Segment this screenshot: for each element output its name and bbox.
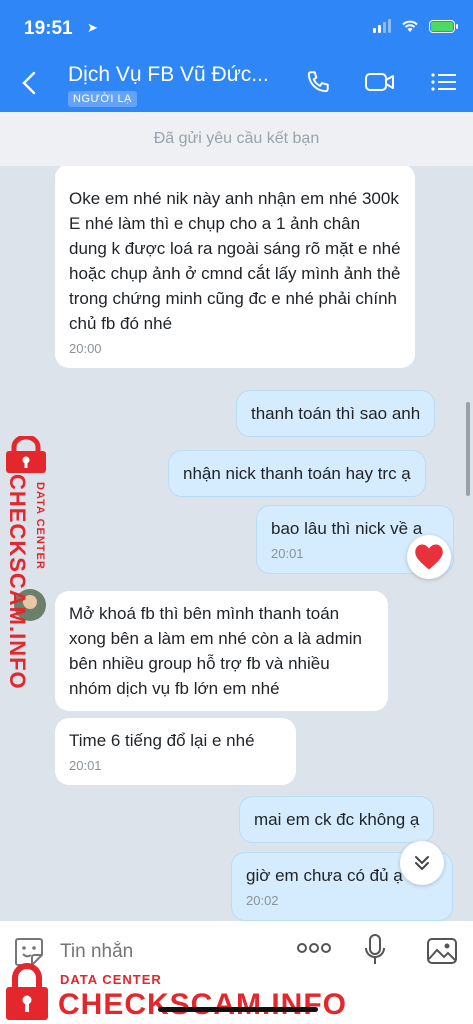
call-button[interactable] xyxy=(302,66,334,98)
watermark-small-text: DATA CENTER xyxy=(34,482,46,570)
message-bubble-incoming[interactable]: Mở khoá fb thì bên mình thanh toán xong … xyxy=(55,591,388,711)
watermark-big-text: CHECKSCAM.INFO xyxy=(58,988,347,1021)
location-arrow-icon: ➤ xyxy=(87,20,98,35)
status-time: 19:51 xyxy=(24,18,73,39)
scroll-down-button[interactable] xyxy=(400,841,444,885)
chat-header: 19:51 ➤ Dịch Vụ FB Vũ Đức... NGƯỜI LẠ xyxy=(0,0,473,112)
message-text: bao lâu thì nick về a xyxy=(271,519,423,538)
contact-name[interactable]: Dịch Vụ FB Vũ Đức... xyxy=(68,63,269,87)
message-bubble-incoming[interactable]: Oke em nhé nik này anh nhận em nhé 300k … xyxy=(55,176,415,368)
watermark-side: CHECKSCAM.INFO DATA CENTER xyxy=(2,434,62,690)
heart-icon xyxy=(415,544,443,570)
message-text: Time 6 tiếng đổ lại e nhé xyxy=(69,731,255,750)
message-time: 20:02 xyxy=(246,893,279,908)
more-button[interactable] xyxy=(296,941,332,960)
friend-request-status: Đã gửi yêu cầu kết bạn xyxy=(0,112,473,166)
message-bubble-outgoing[interactable]: thanh toán thì sao anh xyxy=(236,390,436,437)
battery-icon xyxy=(429,19,458,33)
watermark-big-text: CHECKSCAM.INFO xyxy=(5,474,30,690)
back-button[interactable] xyxy=(14,66,44,100)
heart-reaction[interactable] xyxy=(407,535,451,579)
message-text: mai em ck đc không ạ xyxy=(254,810,420,829)
phone-icon xyxy=(307,71,329,93)
menu-button[interactable] xyxy=(428,66,460,98)
menu-list-icon xyxy=(431,73,456,91)
watermark-small-text: DATA CENTER xyxy=(60,972,162,987)
wifi-icon xyxy=(402,20,418,32)
video-call-icon xyxy=(365,73,394,91)
stranger-badge: NGƯỜI LẠ xyxy=(68,91,137,107)
lock-icon xyxy=(6,963,48,1020)
video-call-button[interactable] xyxy=(364,66,396,98)
message-time: 20:01 xyxy=(69,758,102,773)
message-bubble-outgoing[interactable]: mai em ck đc không ạ xyxy=(239,796,435,843)
message-text: Mở khoá fb thì bên mình thanh toán xong … xyxy=(69,604,362,698)
message-bubble-outgoing[interactable]: nhận nick thanh toán hay trc ạ xyxy=(168,450,426,497)
home-indicator xyxy=(158,1007,318,1012)
scrollbar[interactable] xyxy=(466,402,470,496)
more-icon xyxy=(297,943,331,953)
message-text: Oke em nhé nik này anh nhận em nhé 300k … xyxy=(69,189,401,333)
watermark-bottom: DATA CENTER CHECKSCAM.INFO xyxy=(0,960,473,1024)
message-time: 20:00 xyxy=(69,341,102,356)
status-icons xyxy=(373,19,458,33)
message-bubble-incoming[interactable]: Time 6 tiếng đổ lại e nhé 20:01 xyxy=(55,718,296,785)
lock-icon xyxy=(6,436,46,473)
chevron-double-down-icon xyxy=(415,856,429,871)
signal-icon xyxy=(373,19,391,33)
back-arrow-icon xyxy=(22,71,36,95)
message-text: giờ em chưa có đủ ạ xyxy=(246,866,403,885)
chat-area[interactable]: Oke em nhé nik này anh nhận em nhé 300k … xyxy=(0,166,473,921)
message-text: nhận nick thanh toán hay trc ạ xyxy=(183,464,411,483)
message-text: thanh toán thì sao anh xyxy=(251,404,421,423)
